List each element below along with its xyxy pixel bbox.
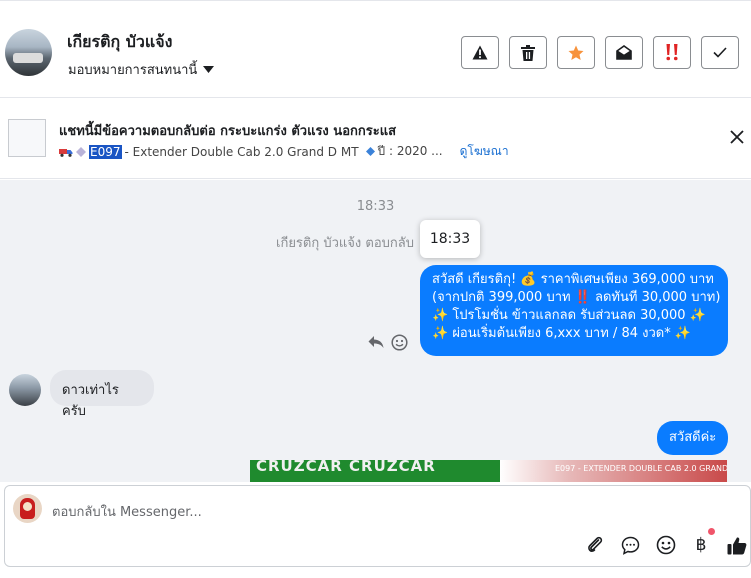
message-thread[interactable]: 18:33 เกียรติกุ บัวแจ้ง ตอบกลับ สวัสดี เ… [0,180,751,482]
reply-composer: ตอบกลับใน Messenger... ฿ [4,485,751,567]
caret-down-icon [203,65,215,73]
greeting-text: สวัสดีค่ะ [669,430,717,445]
like-button[interactable] [725,533,749,557]
incoming-message-text: ดาวเท่าไรครับ [62,383,119,419]
diamond-icon [76,146,86,157]
sender-avatar[interactable] [9,374,41,406]
smiley-icon [656,535,676,555]
banner-model-text: E097 - EXTENDER DOUBLE CAB 2.0 GRAND D M… [555,464,727,473]
react-emoji-icon[interactable] [391,334,408,351]
mark-unread-button[interactable] [605,36,643,69]
auto-reply-note: เกียรติกุ บัวแจ้ง ตอบกลับ [276,236,414,251]
incoming-message-bubble[interactable]: ดาวเท่าไรครับ [50,370,154,419]
listing-subtitle: E097 - Extender Double Cab 2.0 Grand D M… [59,142,509,161]
double-exclamation-icon [666,44,678,61]
listing-year: ปี : 2020 ... [377,144,443,158]
view-ad-link[interactable]: ดูโฆษณา [460,142,509,161]
contact-name[interactable]: เกียรติกุ บัวแจ้ง [67,30,172,55]
done-button[interactable] [701,36,739,69]
listing-title: แชทนี้มีข้อความตอบกลับต่อ กระบะแกร่ง ตัว… [59,124,397,139]
report-button[interactable] [461,36,499,69]
greeting-message-bubble[interactable]: สวัสดีค่ะ [657,421,728,455]
attach-button[interactable] [583,533,607,557]
truck-icon [59,148,73,157]
chat-bubble-icon [621,536,639,555]
promo-line: สวัสดี เกียรติกุ! 💰 ราคาพิเศษเพียง 369,0… [432,272,714,287]
notification-dot [708,528,715,535]
thumbs-up-icon [727,536,747,554]
avatar[interactable] [5,29,52,76]
saved-replies-button[interactable] [618,533,642,557]
time-tooltip: 18:33 [420,220,480,258]
envelope-open-icon [616,45,632,60]
promo-message-bubble[interactable]: สวัสดี เกียรติกุ! 💰 ราคาพิเศษเพียง 369,0… [420,265,728,356]
promo-line: (จากปกติ 399,000 บาท ‼️ ลดทันที 30,000 บ… [432,290,721,305]
assign-label: มอบหมายการสนทนานี้ [68,63,198,78]
listing-thumbnail[interactable] [8,119,46,157]
trash-icon [521,44,535,61]
conversation-header: เกียรติกุ บัวแจ้ง มอบหมายการสนทนานี้ [0,0,751,98]
promo-line: ✨ ผ่อนเริ่มต้นเพียง 6,xxx บาท / 84 งวด* … [432,326,692,341]
star-button[interactable] [557,36,595,69]
page-avatar [13,494,42,523]
promo-line: ✨ โปรโมชั่น ข้าวแลกลด รับส่วนลด 30,000 ✨ [432,308,706,323]
listing-card: แชทนี้มีข้อความตอบกลับต่อ กระบะแกร่ง ตัว… [0,99,751,179]
paperclip-icon [588,536,603,552]
warning-icon [472,45,488,60]
delete-button[interactable] [509,36,547,69]
message-timestamp: 18:33 [356,199,395,214]
reply-icon[interactable] [368,335,384,349]
listing-code: E097 [89,144,122,159]
listing-model: - Extender Double Cab 2.0 Grand D MT [124,144,359,159]
assign-dropdown[interactable]: มอบหมายการสนทนานี้ [68,59,215,80]
check-icon [713,47,727,58]
star-icon [568,45,584,60]
banner-brand-text: CRUZCAR CRUZCAR [256,460,436,475]
priority-button[interactable] [653,36,691,69]
emoji-button[interactable] [654,533,678,557]
listing-image-message[interactable]: CRUZCAR CRUZCAR E097 - EXTENDER DOUBLE C… [250,460,727,482]
baht-icon: ฿ [695,535,707,555]
blue-diamond-icon [365,147,375,156]
reply-input[interactable]: ตอบกลับใน Messenger... [52,501,572,522]
payment-button[interactable]: ฿ [689,528,715,557]
close-icon[interactable] [728,128,746,146]
